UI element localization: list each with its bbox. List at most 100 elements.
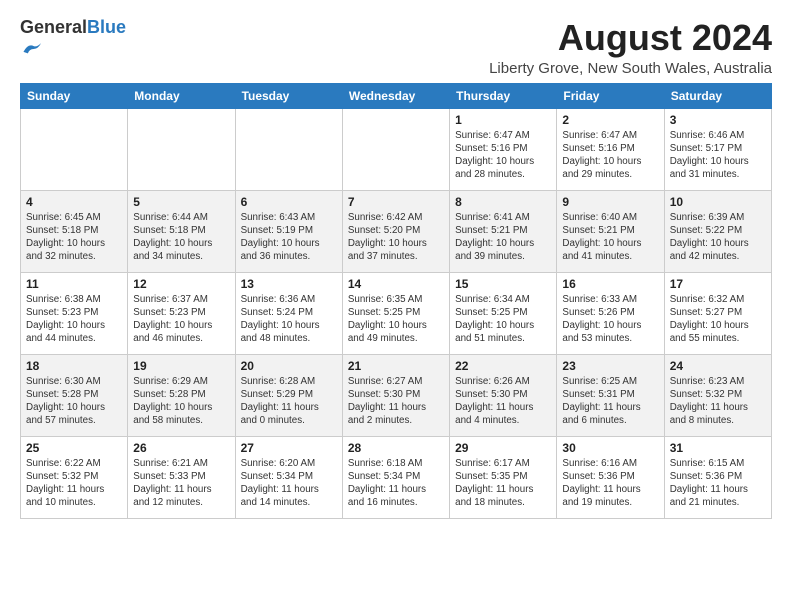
cell-info: Sunrise: 6:41 AM Sunset: 5:21 PM Dayligh… [455, 211, 551, 264]
column-header-wednesday: Wednesday [342, 83, 449, 108]
week-row-2: 11 Sunrise: 6:38 AM Sunset: 5:23 PM Dayli… [21, 272, 772, 354]
calendar-cell: 23Sunrise: 6:25 AM Sunset: 5:31 PM Dayli… [557, 354, 664, 436]
cell-info: Sunrise: 6:45 AM Sunset: 5:18 PM Dayligh… [26, 211, 122, 264]
logo: GeneralBlue [20, 18, 126, 65]
cell-info: Sunrise: 6:29 AM Sunset: 5:28 PM Dayligh… [133, 375, 229, 428]
cell-date: 24 [670, 359, 766, 373]
calendar-cell: 22 Sunrise: 6:26 AM Sunset: 5:30 PM Dayli… [450, 354, 557, 436]
column-header-thursday: Thursday [450, 83, 557, 108]
calendar-cell: 9Sunrise: 6:40 AM Sunset: 5:21 PM Daylig… [557, 190, 664, 272]
cell-info: Sunrise: 6:23 AM Sunset: 5:32 PM Dayligh… [670, 375, 766, 428]
cell-info: Sunrise: 6:28 AM Sunset: 5:29 PM Dayligh… [241, 375, 337, 428]
calendar-cell [342, 108, 449, 190]
calendar-cell: 6 Sunrise: 6:43 AM Sunset: 5:19 PM Daylig… [235, 190, 342, 272]
cell-date: 23 [562, 359, 658, 373]
cell-date: 25 [26, 441, 122, 455]
cell-date: 10 [670, 195, 766, 209]
calendar-cell: 17 Sunrise: 6:32 AM Sunset: 5:27 PM Dayli… [664, 272, 771, 354]
logo-text: GeneralBlue [20, 18, 126, 38]
calendar-cell: 30 Sunrise: 6:16 AM Sunset: 5:36 PM Dayli… [557, 436, 664, 518]
page: GeneralBlue August 2024 Liberty Grove, N… [0, 0, 792, 531]
calendar-cell: 19 Sunrise: 6:29 AM Sunset: 5:28 PM Dayli… [128, 354, 235, 436]
main-title: August 2024 [489, 18, 772, 58]
subtitle: Liberty Grove, New South Wales, Australi… [489, 60, 772, 77]
calendar-cell: 5 Sunrise: 6:44 AM Sunset: 5:18 PM Daylig… [128, 190, 235, 272]
cell-info: Sunrise: 6:21 AM Sunset: 5:33 PM Dayligh… [133, 457, 229, 510]
cell-date: 11 [26, 277, 122, 291]
calendar-cell: 25 Sunrise: 6:22 AM Sunset: 5:32 PM Dayli… [21, 436, 128, 518]
cell-info: Sunrise: 6:34 AM Sunset: 5:25 PM Dayligh… [455, 293, 551, 346]
cell-date: 4 [26, 195, 122, 209]
cell-info: Sunrise: 6:37 AM Sunset: 5:23 PM Dayligh… [133, 293, 229, 346]
cell-date: 18 [26, 359, 122, 373]
cell-date: 13 [241, 277, 337, 291]
cell-date: 3 [670, 113, 766, 127]
calendar-cell: 29Sunrise: 6:17 AM Sunset: 5:35 PM Dayli… [450, 436, 557, 518]
cell-info: Sunrise: 6:36 AM Sunset: 5:24 PM Dayligh… [241, 293, 337, 346]
week-row-3: 18Sunrise: 6:30 AM Sunset: 5:28 PM Dayli… [21, 354, 772, 436]
cell-date: 14 [348, 277, 444, 291]
calendar-cell: 12Sunrise: 6:37 AM Sunset: 5:23 PM Dayli… [128, 272, 235, 354]
cell-date: 15 [455, 277, 551, 291]
cell-date: 2 [562, 113, 658, 127]
cell-info: Sunrise: 6:22 AM Sunset: 5:32 PM Dayligh… [26, 457, 122, 510]
calendar-cell: 4 Sunrise: 6:45 AM Sunset: 5:18 PM Daylig… [21, 190, 128, 272]
calendar-cell: 11 Sunrise: 6:38 AM Sunset: 5:23 PM Dayli… [21, 272, 128, 354]
cell-date: 19 [133, 359, 229, 373]
cell-date: 5 [133, 195, 229, 209]
calendar-cell [235, 108, 342, 190]
week-row-0: 1 Sunrise: 6:47 AM Sunset: 5:16 PM Daylig… [21, 108, 772, 190]
calendar-cell: 7 Sunrise: 6:42 AM Sunset: 5:20 PM Daylig… [342, 190, 449, 272]
cell-info: Sunrise: 6:16 AM Sunset: 5:36 PM Dayligh… [562, 457, 658, 510]
cell-info: Sunrise: 6:18 AM Sunset: 5:34 PM Dayligh… [348, 457, 444, 510]
cell-date: 7 [348, 195, 444, 209]
column-header-friday: Friday [557, 83, 664, 108]
header-row: SundayMondayTuesdayWednesdayThursdayFrid… [21, 83, 772, 108]
calendar-cell: 31Sunrise: 6:15 AM Sunset: 5:36 PM Dayli… [664, 436, 771, 518]
cell-date: 27 [241, 441, 337, 455]
calendar-cell: 2 Sunrise: 6:47 AM Sunset: 5:16 PM Daylig… [557, 108, 664, 190]
calendar-cell: 28Sunrise: 6:18 AM Sunset: 5:34 PM Dayli… [342, 436, 449, 518]
logo-blue: Blue [87, 17, 126, 37]
cell-info: Sunrise: 6:32 AM Sunset: 5:27 PM Dayligh… [670, 293, 766, 346]
logo-bird-icon [22, 38, 44, 60]
calendar-cell: 26 Sunrise: 6:21 AM Sunset: 5:33 PM Dayli… [128, 436, 235, 518]
cell-date: 8 [455, 195, 551, 209]
cell-info: Sunrise: 6:42 AM Sunset: 5:20 PM Dayligh… [348, 211, 444, 264]
cell-info: Sunrise: 6:44 AM Sunset: 5:18 PM Dayligh… [133, 211, 229, 264]
cell-date: 26 [133, 441, 229, 455]
cell-info: Sunrise: 6:47 AM Sunset: 5:16 PM Dayligh… [455, 129, 551, 182]
column-header-tuesday: Tuesday [235, 83, 342, 108]
week-row-1: 4 Sunrise: 6:45 AM Sunset: 5:18 PM Daylig… [21, 190, 772, 272]
column-header-saturday: Saturday [664, 83, 771, 108]
column-header-sunday: Sunday [21, 83, 128, 108]
calendar-cell: 10 Sunrise: 6:39 AM Sunset: 5:22 PM Dayli… [664, 190, 771, 272]
calendar-cell: 14 Sunrise: 6:35 AM Sunset: 5:25 PM Dayli… [342, 272, 449, 354]
calendar-cell: 16Sunrise: 6:33 AM Sunset: 5:26 PM Dayli… [557, 272, 664, 354]
cell-info: Sunrise: 6:43 AM Sunset: 5:19 PM Dayligh… [241, 211, 337, 264]
cell-info: Sunrise: 6:27 AM Sunset: 5:30 PM Dayligh… [348, 375, 444, 428]
calendar-cell [21, 108, 128, 190]
logo-general: General [20, 17, 87, 37]
calendar-cell: 3Sunrise: 6:46 AM Sunset: 5:17 PM Daylig… [664, 108, 771, 190]
cell-info: Sunrise: 6:17 AM Sunset: 5:35 PM Dayligh… [455, 457, 551, 510]
calendar-table: SundayMondayTuesdayWednesdayThursdayFrid… [20, 83, 772, 519]
cell-date: 6 [241, 195, 337, 209]
cell-date: 16 [562, 277, 658, 291]
calendar-cell: 27Sunrise: 6:20 AM Sunset: 5:34 PM Dayli… [235, 436, 342, 518]
calendar-cell: 20Sunrise: 6:28 AM Sunset: 5:29 PM Dayli… [235, 354, 342, 436]
calendar-header: SundayMondayTuesdayWednesdayThursdayFrid… [21, 83, 772, 108]
cell-date: 22 [455, 359, 551, 373]
calendar-cell: 1 Sunrise: 6:47 AM Sunset: 5:16 PM Daylig… [450, 108, 557, 190]
calendar-cell: 24 Sunrise: 6:23 AM Sunset: 5:32 PM Dayli… [664, 354, 771, 436]
cell-info: Sunrise: 6:26 AM Sunset: 5:30 PM Dayligh… [455, 375, 551, 428]
cell-info: Sunrise: 6:35 AM Sunset: 5:25 PM Dayligh… [348, 293, 444, 346]
cell-info: Sunrise: 6:15 AM Sunset: 5:36 PM Dayligh… [670, 457, 766, 510]
cell-date: 1 [455, 113, 551, 127]
cell-date: 30 [562, 441, 658, 455]
column-header-monday: Monday [128, 83, 235, 108]
cell-info: Sunrise: 6:39 AM Sunset: 5:22 PM Dayligh… [670, 211, 766, 264]
cell-date: 17 [670, 277, 766, 291]
cell-info: Sunrise: 6:47 AM Sunset: 5:16 PM Dayligh… [562, 129, 658, 182]
cell-info: Sunrise: 6:38 AM Sunset: 5:23 PM Dayligh… [26, 293, 122, 346]
